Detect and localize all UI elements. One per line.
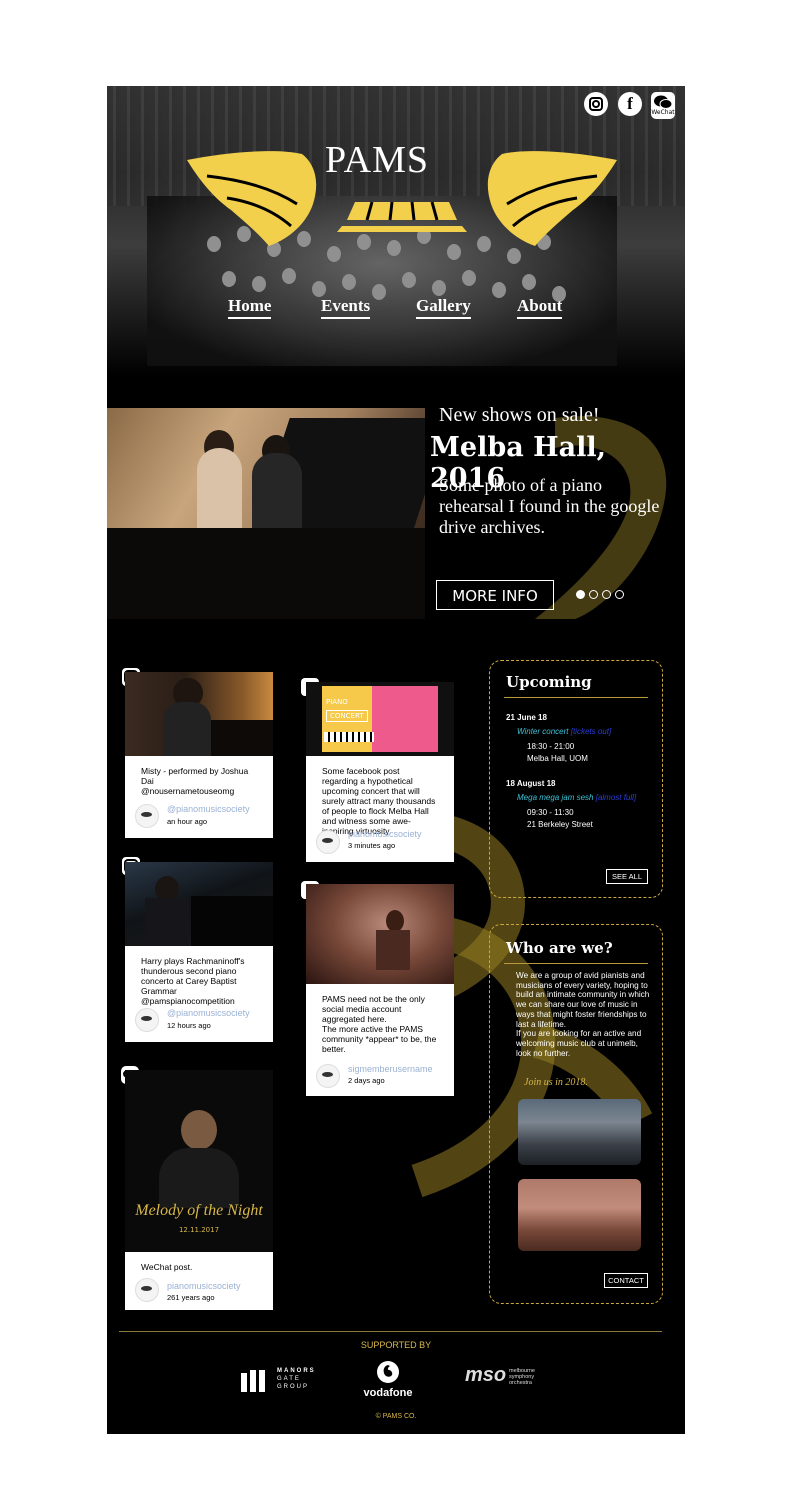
post-image xyxy=(125,672,273,756)
post-image xyxy=(125,862,273,946)
upcoming-panel: Upcoming 21 June 18 Winter concert [tick… xyxy=(489,660,663,898)
event-name[interactable]: Winter concert [tickets out] xyxy=(517,727,611,736)
facebook-post-card-2[interactable]: PAMS need not be the only social media a… xyxy=(306,884,454,1096)
instagram-button[interactable] xyxy=(584,92,608,116)
event-time: 09:30 - 11:30 xyxy=(527,808,574,817)
facebook-post-card-1[interactable]: PIANO CONCERT Some facebook post regardi… xyxy=(306,682,454,862)
mso-text: mso xyxy=(465,1364,507,1386)
event-name[interactable]: Mega mega jam sesh [almost full] xyxy=(517,793,636,802)
nav-events[interactable]: Events xyxy=(321,296,371,319)
nav-home[interactable]: Home xyxy=(228,296,272,319)
post-image: PIANO CONCERT xyxy=(306,682,454,756)
instagram-icon xyxy=(589,97,603,111)
nav-about[interactable]: About xyxy=(517,296,563,319)
facebook-button[interactable]: f xyxy=(618,92,642,116)
mso-full-name: melbourne symphony orchestra xyxy=(509,1368,535,1386)
join-tagline: Join us in 2018. xyxy=(524,1077,588,1088)
event-date: 21 June 18 xyxy=(506,713,547,722)
wechat-label: WeChat xyxy=(651,109,675,116)
carousel-dot-4[interactable] xyxy=(615,590,624,599)
more-info-button[interactable]: MORE INFO xyxy=(436,580,554,610)
vodafone-text: vodafone xyxy=(363,1387,413,1399)
vodafone-icon xyxy=(377,1361,399,1383)
event-venue: 21 Berkeley Street xyxy=(527,820,593,829)
post-username[interactable]: @pianomusicsociety xyxy=(167,804,250,814)
post-text: WeChat post. xyxy=(141,1262,193,1272)
post-text: Harry plays Rachmaninoff's thunderous se… xyxy=(141,956,245,1006)
post-username[interactable]: pianomusicsociety xyxy=(348,829,422,839)
avatar xyxy=(135,804,159,828)
supported-by-label: SUPPORTED BY xyxy=(360,1340,432,1350)
post-image: Melody of the Night 12.11.2017 xyxy=(125,1070,273,1252)
post-username[interactable]: pianomusicsociety xyxy=(167,1281,241,1291)
event-date: 18 August 18 xyxy=(506,779,556,788)
nav-gallery[interactable]: Gallery xyxy=(416,296,471,319)
feature-description: Some photo of a piano rehearsal I found … xyxy=(439,475,660,537)
wechat-icon xyxy=(654,95,673,109)
poster-word: CONCERT xyxy=(326,710,368,722)
about-title: Who are we? xyxy=(506,939,613,957)
facebook-icon: f xyxy=(627,94,633,113)
avatar xyxy=(135,1278,159,1302)
about-text: We are a group of avid pianists and musi… xyxy=(516,971,650,1058)
manors-gate-mark-icon xyxy=(241,1370,265,1392)
manors-line-1: MANORS xyxy=(277,1368,316,1374)
event-tag: [tickets out] xyxy=(570,727,612,736)
carousel-dot-3[interactable] xyxy=(602,590,611,599)
post-text: PAMS need not be the only social media a… xyxy=(322,994,437,1054)
see-all-button[interactable]: SEE ALL xyxy=(606,869,648,884)
contact-button[interactable]: CONTACT xyxy=(604,1273,648,1288)
post-time: an hour ago xyxy=(167,817,208,826)
copyright: © PAMS CO. xyxy=(375,1413,417,1420)
post-time: 261 years ago xyxy=(167,1293,215,1302)
carousel-dot-1[interactable] xyxy=(576,590,585,599)
avatar xyxy=(316,830,340,854)
feature-subtitle: New shows on sale! xyxy=(439,404,600,426)
event-time: 18:30 - 21:00 xyxy=(527,742,575,751)
poster-date: 12.11.2017 xyxy=(178,1226,220,1234)
event-tag: [almost full] xyxy=(595,793,637,802)
post-image xyxy=(306,884,454,984)
avatar xyxy=(316,1064,340,1088)
post-text: Misty - performed by Joshua Dai @nousern… xyxy=(141,766,249,796)
upcoming-title: Upcoming xyxy=(506,673,592,691)
page: f WeChat PAMS Home Events Gallery About … xyxy=(107,86,685,1434)
post-time: 2 days ago xyxy=(348,1076,385,1085)
footer-divider xyxy=(119,1331,662,1332)
post-time: 12 hours ago xyxy=(167,1021,211,1030)
vodafone-logo[interactable]: vodafone xyxy=(361,1360,415,1399)
post-username[interactable]: @pianomusicsociety xyxy=(167,1008,250,1018)
post-time: 3 minutes ago xyxy=(348,841,396,850)
event-venue: Melba Hall, UOM xyxy=(527,754,588,763)
instagram-post-card-1[interactable]: Misty - performed by Joshua Dai @nousern… xyxy=(125,672,273,838)
manors-line-2: GATE xyxy=(277,1376,301,1382)
manors-line-3: GROUP xyxy=(277,1384,310,1390)
group-photo-2 xyxy=(518,1179,641,1251)
carousel-dot-2[interactable] xyxy=(589,590,598,599)
group-photo-1 xyxy=(518,1099,641,1165)
wechat-post-card[interactable]: Melody of the Night 12.11.2017 WeChat po… xyxy=(125,1070,273,1310)
about-panel: Who are we? We are a group of avid piani… xyxy=(489,924,663,1304)
feature-photo xyxy=(107,408,425,619)
instagram-post-card-2[interactable]: Harry plays Rachmaninoff's thunderous se… xyxy=(125,862,273,1042)
hero-banner: f WeChat PAMS Home Events Gallery About xyxy=(107,86,685,376)
avatar xyxy=(135,1008,159,1032)
wechat-button[interactable]: WeChat xyxy=(651,92,675,119)
poster-title: Melody of the Night xyxy=(135,1202,263,1219)
poster-word-2: PIANO xyxy=(326,698,348,706)
post-username[interactable]: sigmemberusername xyxy=(348,1064,433,1074)
post-text: Some facebook post regarding a hypotheti… xyxy=(322,766,436,836)
site-logo[interactable]: PAMS xyxy=(325,138,429,182)
